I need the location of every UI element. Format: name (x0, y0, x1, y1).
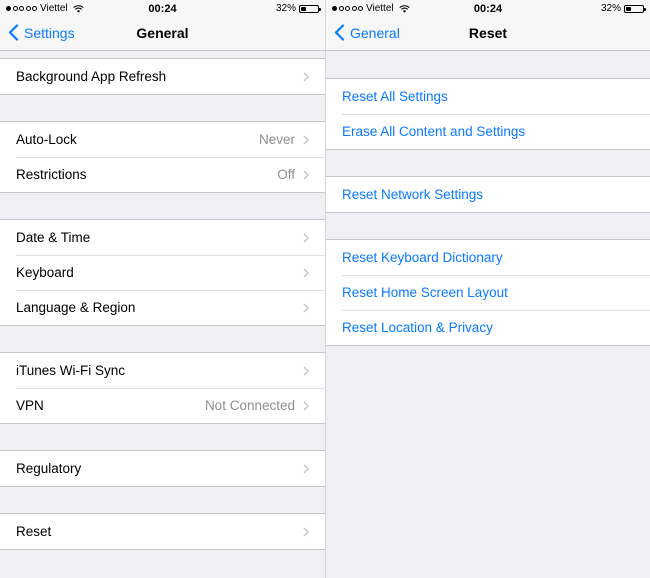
row-label: Reset Location & Privacy (342, 320, 493, 335)
row-label: Reset Home Screen Layout (342, 285, 508, 300)
row-label: Language & Region (16, 300, 136, 315)
chevron-right-icon (303, 170, 309, 180)
chevron-left-icon (334, 24, 345, 41)
reset-keyboard-dictionary-button[interactable]: Reset Keyboard Dictionary (326, 240, 650, 275)
row-label: Reset Keyboard Dictionary (342, 250, 503, 265)
row-label: VPN (16, 398, 44, 413)
reset-panel: Viettel 00:24 32% General Reset Reset Al… (325, 0, 650, 578)
row-itunes-wifi-sync[interactable]: iTunes Wi-Fi Sync (0, 353, 325, 388)
reset-network-settings-button[interactable]: Reset Network Settings (326, 177, 650, 212)
row-label: Reset Network Settings (342, 187, 484, 202)
settings-group-refresh: Background App Refresh (0, 58, 325, 95)
battery-icon (624, 4, 646, 13)
battery-percent: 32% (275, 3, 296, 14)
row-language-region[interactable]: Language & Region (0, 290, 325, 325)
chevron-right-icon (303, 72, 309, 82)
row-label: Auto-Lock (16, 132, 77, 147)
settings-group-locale: Date & Time Keyboard Language & Region (0, 219, 325, 326)
chevron-right-icon (303, 233, 309, 243)
status-bar: Viettel 00:24 32% (0, 0, 325, 18)
row-value: Never (258, 132, 295, 147)
row-date-time[interactable]: Date & Time (0, 220, 325, 255)
row-label: Keyboard (16, 265, 74, 280)
row-label: Date & Time (16, 230, 91, 245)
reset-all-settings-button[interactable]: Reset All Settings (326, 79, 650, 114)
settings-group-sync: iTunes Wi-Fi Sync VPN Not Connected (0, 352, 325, 424)
reset-group-network: Reset Network Settings (326, 176, 650, 213)
reset-group-settings: Reset All Settings Erase All Content and… (326, 78, 650, 150)
chevron-right-icon (303, 135, 309, 145)
navigation-bar: General Reset (326, 18, 650, 51)
row-background-app-refresh[interactable]: Background App Refresh (0, 59, 325, 94)
row-value: Not Connected (204, 398, 295, 413)
chevron-right-icon (303, 527, 309, 537)
row-label: Regulatory (16, 461, 82, 476)
row-keyboard[interactable]: Keyboard (0, 255, 325, 290)
reset-location-privacy-button[interactable]: Reset Location & Privacy (326, 310, 650, 345)
battery-info: 32% (275, 3, 321, 14)
battery-percent: 32% (600, 3, 621, 14)
row-restrictions[interactable]: Restrictions Off (0, 157, 325, 192)
chevron-right-icon (303, 401, 309, 411)
status-bar: Viettel 00:24 32% (326, 0, 650, 18)
settings-group-lock: Auto-Lock Never Restrictions Off (0, 121, 325, 193)
back-button-label: Settings (24, 24, 75, 41)
row-reset[interactable]: Reset (0, 514, 325, 549)
row-label: Restrictions (16, 167, 87, 182)
back-button-label: General (350, 24, 400, 41)
row-label: Reset All Settings (342, 89, 448, 104)
row-vpn[interactable]: VPN Not Connected (0, 388, 325, 423)
chevron-right-icon (303, 366, 309, 376)
erase-all-content-button[interactable]: Erase All Content and Settings (326, 114, 650, 149)
battery-info: 32% (600, 3, 646, 14)
back-button[interactable]: Settings (8, 24, 75, 41)
battery-icon (299, 4, 321, 13)
settings-group-reset: Reset (0, 513, 325, 550)
row-value: Off (277, 167, 295, 182)
back-button[interactable]: General (334, 24, 400, 41)
general-settings-panel: Viettel 00:24 32% Settings General Backg… (0, 0, 325, 578)
row-label: Background App Refresh (16, 69, 167, 84)
chevron-right-icon (303, 464, 309, 474)
row-auto-lock[interactable]: Auto-Lock Never (0, 122, 325, 157)
row-regulatory[interactable]: Regulatory (0, 451, 325, 486)
chevron-left-icon (8, 24, 19, 41)
reset-home-screen-layout-button[interactable]: Reset Home Screen Layout (326, 275, 650, 310)
row-label: iTunes Wi-Fi Sync (16, 363, 126, 378)
chevron-right-icon (303, 303, 309, 313)
row-label: Reset (16, 524, 52, 539)
settings-group-regulatory: Regulatory (0, 450, 325, 487)
row-label: Erase All Content and Settings (342, 124, 526, 139)
navigation-bar: Settings General (0, 18, 325, 51)
chevron-right-icon (303, 268, 309, 278)
reset-group-misc: Reset Keyboard Dictionary Reset Home Scr… (326, 239, 650, 346)
